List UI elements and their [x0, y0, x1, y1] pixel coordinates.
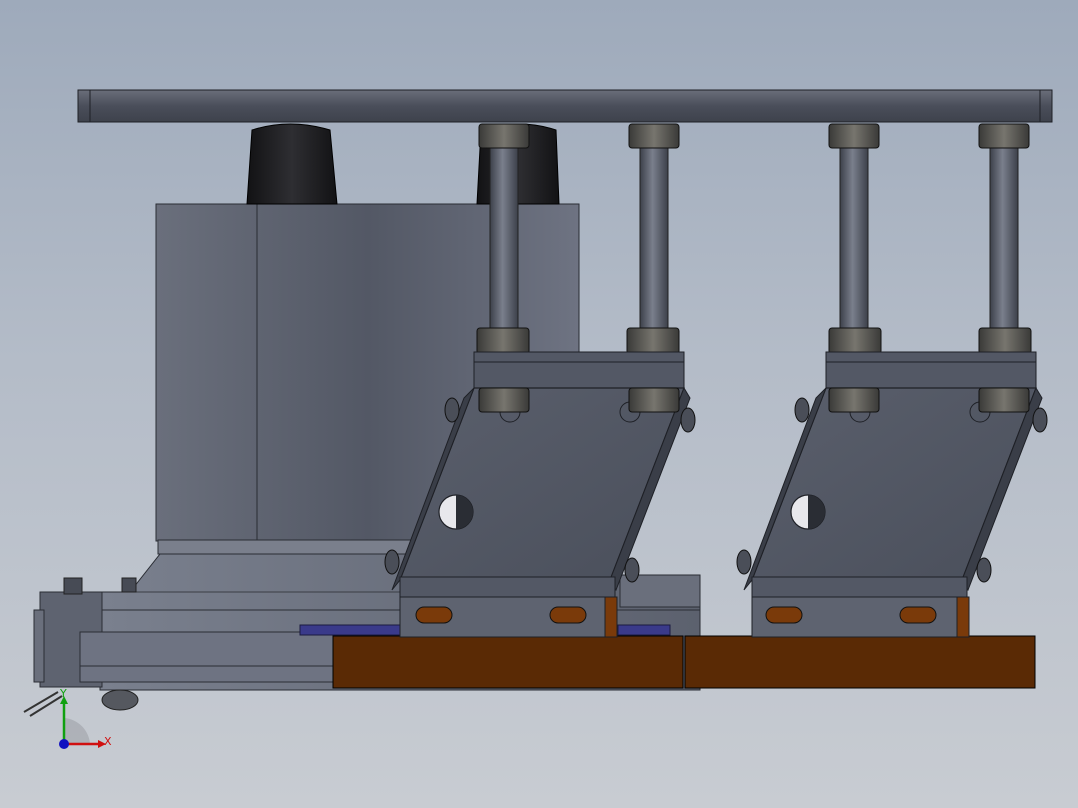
- cad-viewport[interactable]: X Y: [0, 0, 1078, 808]
- z-axis-dot: [59, 739, 69, 749]
- top-bar: [77, 89, 1053, 123]
- x-axis-label: X: [104, 735, 112, 748]
- cad-model: X Y: [23, 89, 1053, 749]
- mount-bracket-right: [736, 351, 1048, 638]
- triad-arc: [64, 718, 90, 744]
- y-axis-label: Y: [59, 687, 67, 700]
